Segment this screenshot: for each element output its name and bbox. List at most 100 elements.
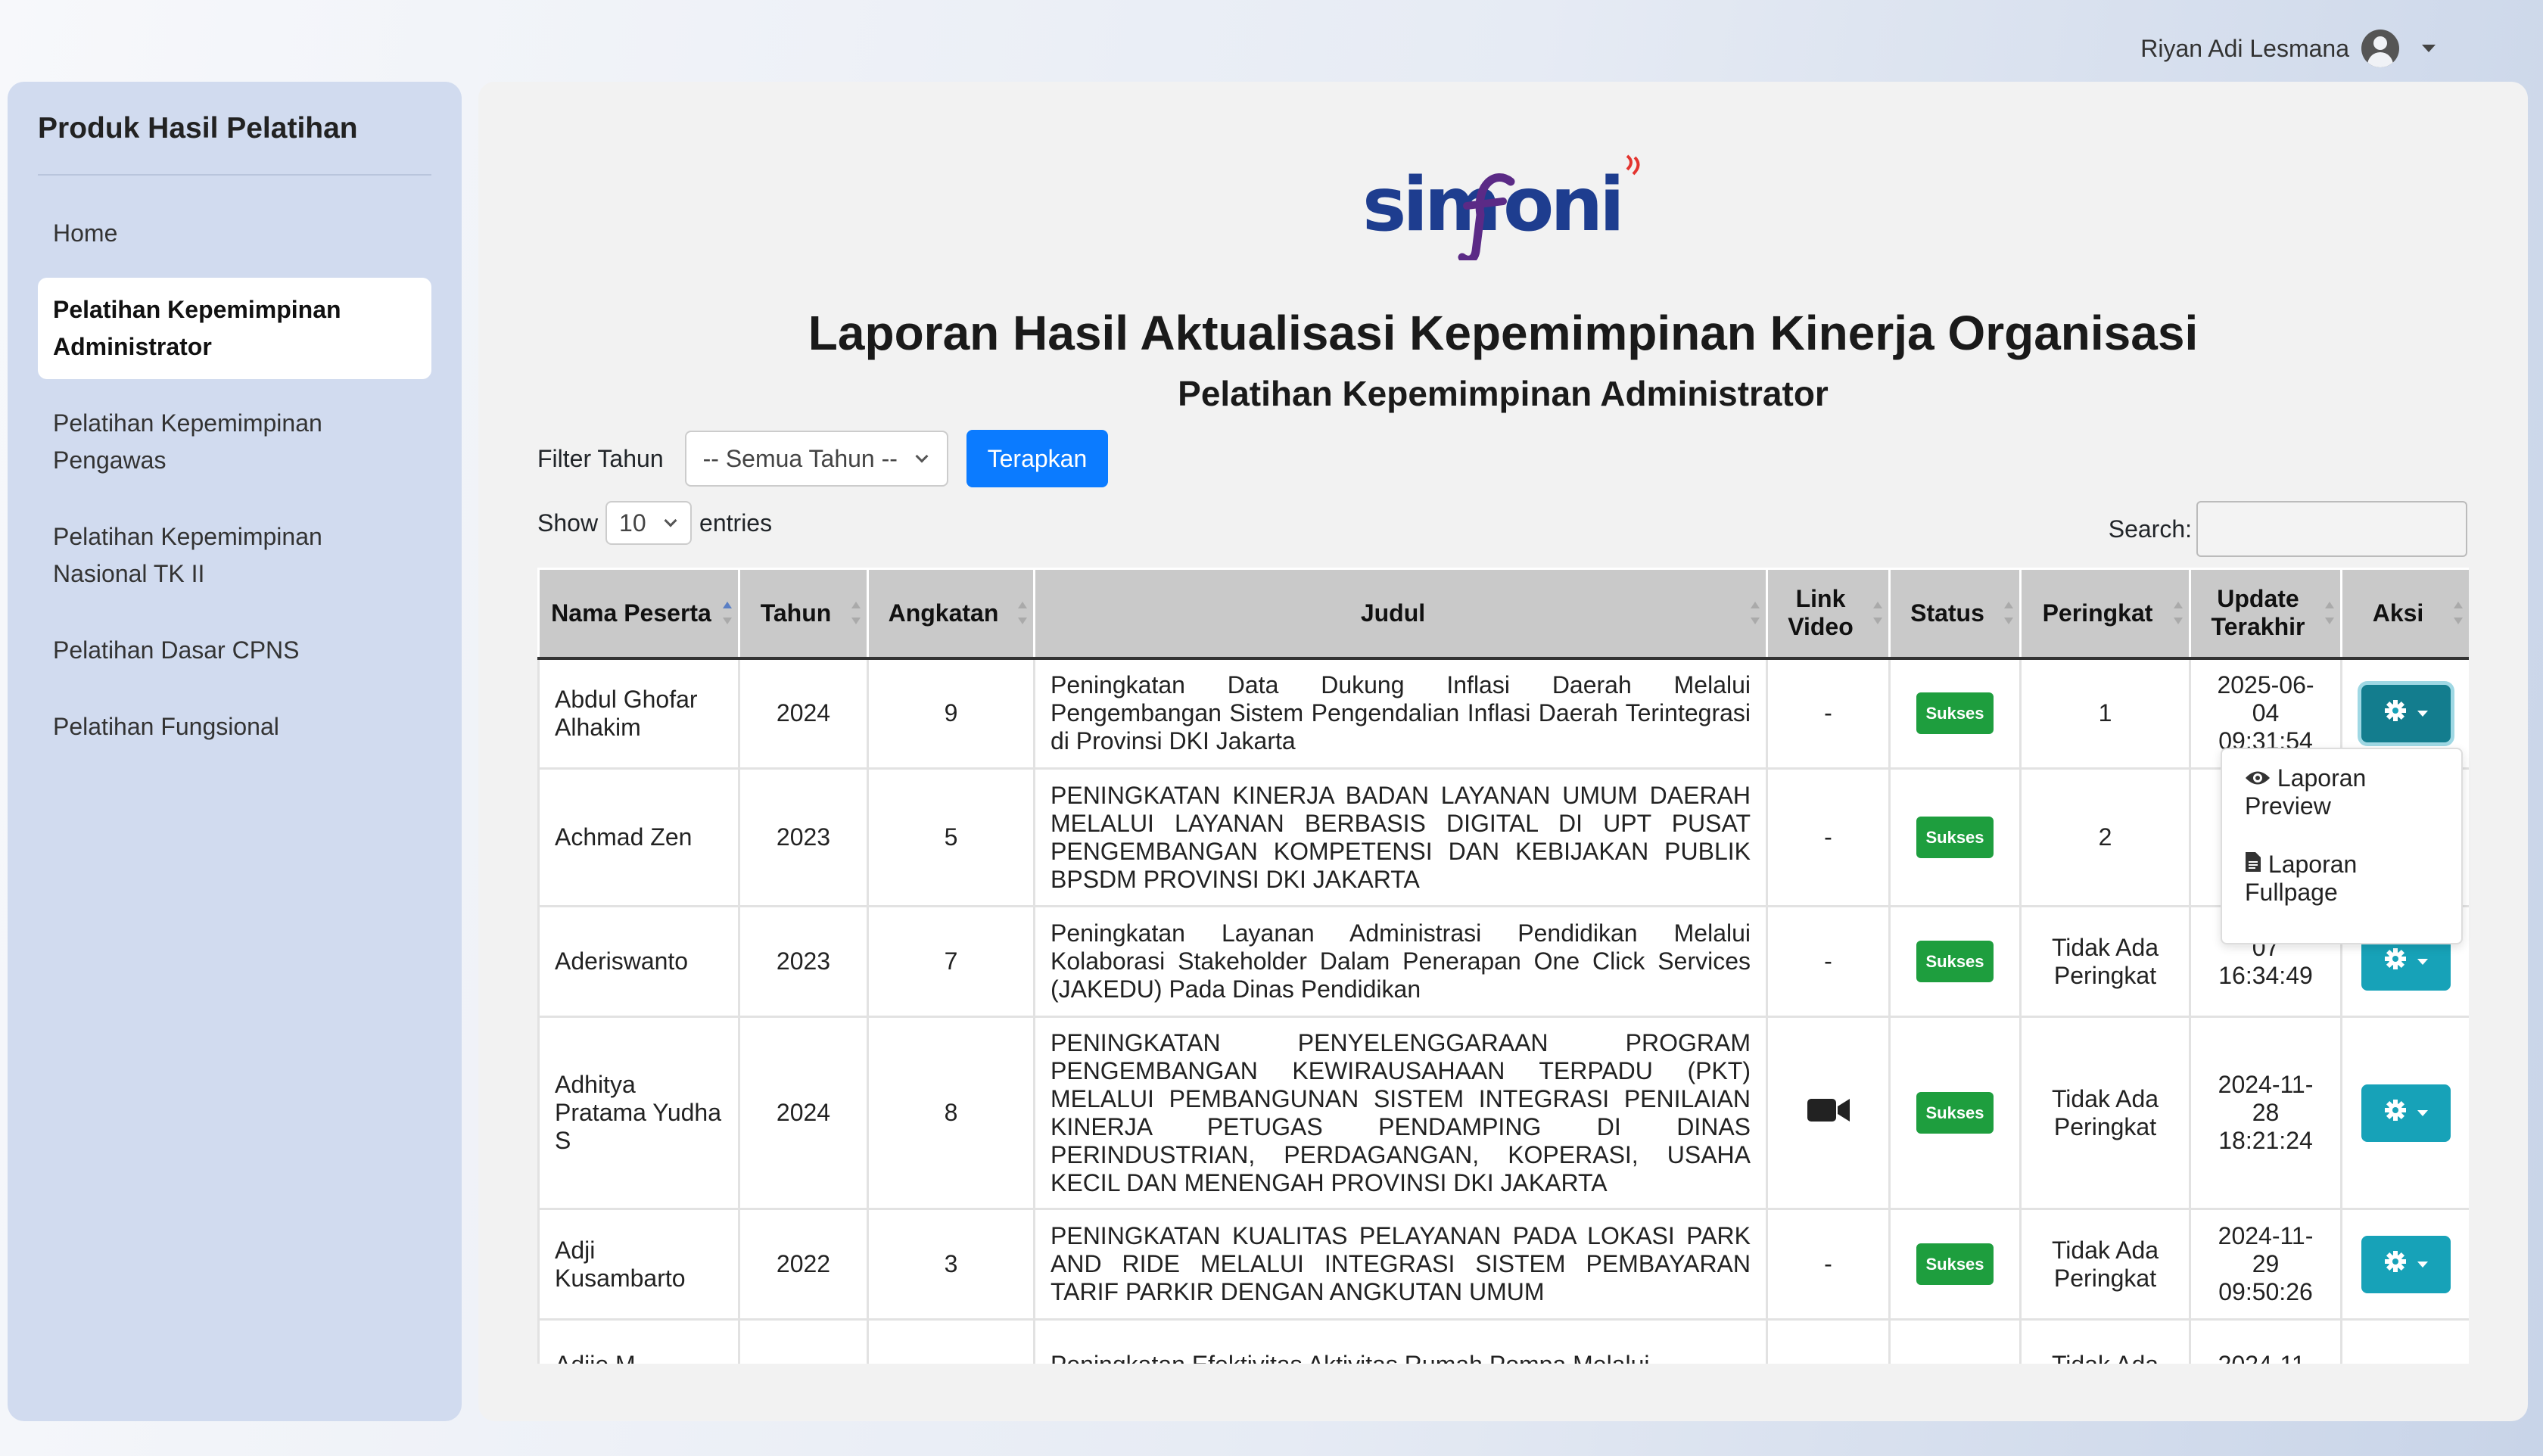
cell-judul: PENINGKATAN PENYELENGGARAAN PROGRAM PENG… <box>1033 1016 1768 1210</box>
cell-judul: Peningkatan Layanan Administrasi Pendidi… <box>1033 905 1768 1018</box>
chevron-down-icon <box>664 514 677 527</box>
file-icon <box>2246 852 2261 872</box>
cell-link-video: - <box>1766 767 1891 907</box>
gear-icon <box>2384 947 2407 976</box>
sort-icon <box>1873 602 1882 624</box>
cell-link-video <box>1766 1016 1891 1210</box>
cell-status: Sukses <box>1888 905 2022 1018</box>
cell-aksi <box>2340 1208 2469 1321</box>
cell-status: Sukses <box>1888 657 2022 770</box>
col-header-status[interactable]: Status <box>1888 568 2022 660</box>
sort-icon <box>2454 602 2463 624</box>
year-select[interactable]: -- Semua Tahun -- <box>684 431 948 487</box>
entries-length: Show 10 entries <box>537 501 772 545</box>
col-header-judul[interactable]: Judul <box>1033 568 1768 660</box>
apply-button[interactable]: Terapkan <box>966 430 1109 487</box>
chevron-down-icon <box>2417 710 2428 717</box>
page-title: Laporan Hasil Aktualisasi Kepemimpinan K… <box>808 306 2199 360</box>
cell-aksi <box>2340 1016 2469 1210</box>
sort-icon <box>1018 602 1027 624</box>
sort-asc-icon <box>723 602 732 624</box>
cell-tahun: 2024 <box>738 657 869 770</box>
cell-nama: Achmad Zen <box>537 767 740 907</box>
search-input[interactable] <box>2196 501 2467 557</box>
chevron-down-icon <box>915 450 929 463</box>
menu-item-laporan-fullpage[interactable]: Laporan Fullpage <box>2245 851 2439 907</box>
cell-status: Sukses <box>1888 1016 2022 1210</box>
cell-link-video: - <box>1766 905 1891 1018</box>
results-table: Nama Peserta Tahun Angkatan Judul Link V… <box>537 568 2469 1364</box>
cell-tahun: 2024 <box>738 1016 869 1210</box>
user-avatar-icon <box>2361 30 2399 67</box>
cell-update: 2024-11-28 18:21:24 <box>2189 1016 2342 1210</box>
col-header-link-video[interactable]: Link Video <box>1766 568 1891 660</box>
search-label: Search: <box>2108 515 2192 543</box>
sidebar-item-fungsional[interactable]: Pelatihan Fungsional <box>38 695 431 759</box>
gear-icon <box>2384 1099 2407 1128</box>
cell-aksi <box>2340 1318 2469 1364</box>
col-header-update[interactable]: Update Terakhir <box>2189 568 2342 660</box>
cell-nama: Abdul Ghofar Alhakim <box>537 657 740 770</box>
sort-icon <box>2174 602 2183 624</box>
page-subtitle: Pelatihan Kepemimpinan Administrator <box>1178 374 1829 413</box>
sort-icon <box>2325 602 2334 624</box>
cell-status: Sukses <box>1888 1208 2022 1321</box>
entries-select[interactable]: 10 <box>605 501 693 545</box>
svg-text:oni: oni <box>1503 162 1621 248</box>
col-header-angkatan[interactable]: Angkatan <box>867 568 1035 660</box>
cell-peringkat: Tidak Ada <box>2019 1318 2191 1364</box>
video-camera-icon[interactable] <box>1807 1098 1850 1128</box>
table-row: Adjie M... Peningkatan Efektivitas Aktivi… <box>537 1318 2469 1364</box>
cell-link-video <box>1766 1318 1891 1364</box>
chevron-down-icon <box>2417 1261 2428 1268</box>
cell-nama: Adji Kusambarto <box>537 1208 740 1321</box>
chevron-down-icon <box>2417 958 2428 965</box>
col-header-nama[interactable]: Nama Peserta <box>537 568 740 660</box>
sidebar-item-nasional-tk2[interactable]: Pelatihan Kepemimpinan Nasional TK II <box>38 505 431 606</box>
cell-nama: Adhitya Pratama Yudha S <box>537 1016 740 1210</box>
cell-peringkat: 2 <box>2019 767 2191 907</box>
status-badge: Sukses <box>1916 817 1994 858</box>
cell-status: Sukses <box>1888 767 2022 907</box>
cell-angkatan: 5 <box>867 767 1035 907</box>
sidebar: Produk Hasil Pelatihan Home Pelatihan Ke… <box>8 82 462 1421</box>
chevron-down-icon <box>2422 45 2436 52</box>
eye-icon <box>2246 771 2270 785</box>
cell-peringkat: Tidak Ada Peringkat <box>2019 1016 2191 1210</box>
sidebar-item-pengawas[interactable]: Pelatihan Kepemimpinan Pengawas <box>38 391 431 493</box>
sidebar-item-dasar-cpns[interactable]: Pelatihan Dasar CPNS <box>38 618 431 683</box>
action-gear-button[interactable] <box>2361 1084 2451 1142</box>
table-header-row: Nama Peserta Tahun Angkatan Judul Link V… <box>537 568 2469 660</box>
cell-tahun <box>738 1318 869 1364</box>
sort-icon <box>1751 602 1760 624</box>
simfoni-logo: sim oni <box>1362 154 1650 260</box>
cell-peringkat: Tidak Ada Peringkat <box>2019 1208 2191 1321</box>
action-gear-button[interactable] <box>2361 684 2451 742</box>
sort-icon <box>851 602 861 624</box>
status-badge: Sukses <box>1916 692 1994 735</box>
user-name: Riyan Adi Lesmana <box>2140 34 2349 62</box>
cell-angkatan: 7 <box>867 905 1035 1018</box>
cell-angkatan: 8 <box>867 1016 1035 1210</box>
col-header-aksi[interactable]: Aksi <box>2340 568 2469 660</box>
table-row: Aderiswanto 2023 7 Peningkatan Layanan Admi… <box>537 905 2469 1018</box>
cell-judul: PENINGKATAN KUALITAS PELAYANAN PADA LOKA… <box>1033 1208 1768 1321</box>
cell-link-video: - <box>1766 657 1891 770</box>
cell-judul: Peningkatan Efektivitas Aktivitas Rumah … <box>1033 1318 1768 1364</box>
menu-item-laporan-preview[interactable]: Laporan Preview <box>2245 764 2439 820</box>
col-header-peringkat[interactable]: Peringkat <box>2019 568 2191 660</box>
user-menu[interactable]: Riyan Adi Lesmana <box>2140 23 2436 74</box>
gear-icon <box>2384 699 2407 728</box>
cell-tahun: 2022 <box>738 1208 869 1321</box>
action-gear-button[interactable] <box>2361 1235 2451 1293</box>
action-dropdown-menu: Laporan Preview Laporan Fullpage <box>2221 748 2463 944</box>
cell-angkatan: 9 <box>867 657 1035 770</box>
sidebar-item-home[interactable]: Home <box>38 201 431 266</box>
gear-icon <box>2384 1250 2407 1279</box>
chevron-down-icon <box>2417 1109 2428 1116</box>
sidebar-nav: Home Pelatihan Kepemimpinan Administrato… <box>38 201 431 759</box>
results-table-wrapper: Nama Peserta Tahun Angkatan Judul Link V… <box>537 568 2469 1364</box>
col-header-tahun[interactable]: Tahun <box>738 568 869 660</box>
table-search: Search: <box>2109 501 2467 557</box>
sidebar-item-administrator[interactable]: Pelatihan Kepemimpinan Administrator <box>38 278 431 379</box>
